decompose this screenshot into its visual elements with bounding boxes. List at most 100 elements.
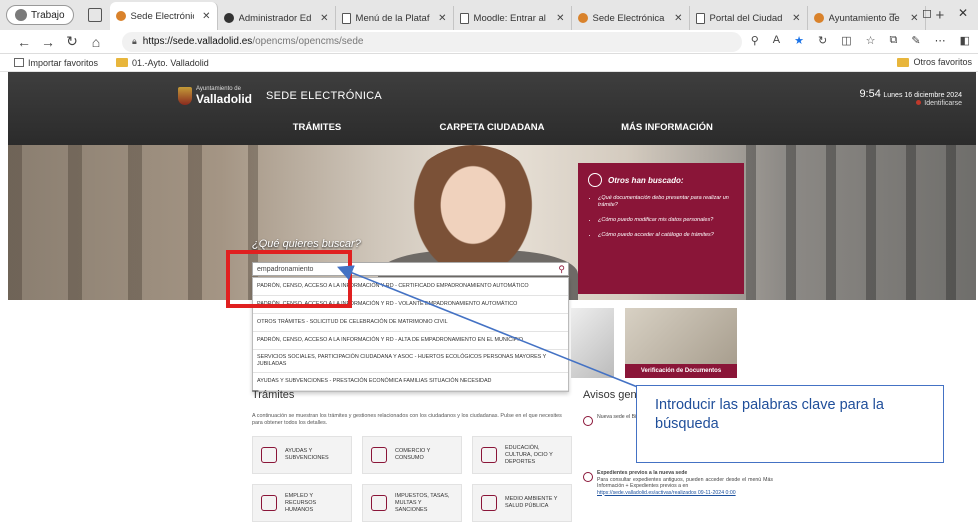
aviso-link[interactable]: https://sede.valladolid.es/activas/reali… xyxy=(597,490,736,496)
otros-item[interactable]: ¿Cómo puedo acceder al catálogo de trámi… xyxy=(598,232,734,239)
maximize-button[interactable]: ◻ xyxy=(922,6,932,20)
bookmark-label: Importar favoritos xyxy=(28,57,99,68)
nav-tramites[interactable]: TRÁMITES xyxy=(230,122,405,133)
search-question: ¿Qué quieres buscar? xyxy=(252,238,361,250)
suggestion-item[interactable]: AYUDAS Y SUBVENCIONES - PRESTACIÓN ECONÓ… xyxy=(253,373,568,391)
card-educacion[interactable]: EDUCACIÓN, CULTURA, OCIO Y DEPORTES xyxy=(472,436,572,474)
card-ayudas[interactable]: AYUDAS Y SUBVENCIONES xyxy=(252,436,352,474)
tab-favicon-icon xyxy=(459,12,469,24)
tile-verificacion[interactable]: Verificación de Documentos xyxy=(625,308,737,378)
url-path: /opencms/opencms/sede xyxy=(252,36,364,47)
annotation-callout: Introducir las palabras clave para la bú… xyxy=(636,385,944,463)
browser-tab[interactable]: Menú de la Plataf ✕ xyxy=(336,6,454,30)
search-icon[interactable]: ⚲ xyxy=(751,34,759,47)
browser-tab[interactable]: Administrador Ed ✕ xyxy=(218,6,336,30)
favorite-star-icon[interactable]: ★ xyxy=(794,34,804,47)
site-logo[interactable]: Ayuntamiento de Valladolid SEDE ELECTRÓN… xyxy=(178,86,382,105)
home-icon[interactable]: ⌂ xyxy=(84,34,108,50)
tramites-text: A continuación se muestran los trámites … xyxy=(252,413,562,426)
card-empleo[interactable]: EMPLEO Y RECURSOS HUMANOS xyxy=(252,484,352,522)
close-tab-icon[interactable]: ✕ xyxy=(438,13,446,24)
forward-button[interactable]: → xyxy=(36,34,60,50)
close-window-button[interactable]: ✕ xyxy=(958,6,968,20)
aviso-heading: Expedientes previos a la nueva sede xyxy=(597,470,688,476)
close-tab-icon[interactable]: ✕ xyxy=(320,13,328,24)
profile-button[interactable]: Trabajo xyxy=(6,5,74,25)
cart-icon xyxy=(371,447,387,463)
close-tab-icon[interactable]: ✕ xyxy=(674,13,682,24)
tab-actions-icon[interactable] xyxy=(87,8,102,22)
card-comercio[interactable]: COMERCIO Y CONSUMO xyxy=(362,436,462,474)
tramites-title: Trámites xyxy=(252,389,295,401)
tab-label: Sede Electrónica xyxy=(592,12,665,24)
tab-label: Menú de la Plataf xyxy=(355,12,430,24)
logo-city: Valladolid xyxy=(196,92,253,106)
otros-item[interactable]: ¿Qué documentación debo presentar para r… xyxy=(598,195,734,209)
aviso-item[interactable]: Expedientes previos a la nueva sede Para… xyxy=(583,470,773,496)
card-label: COMERCIO Y CONSUMO xyxy=(395,448,431,461)
card-label: AYUDAS Y SUBVENCIONES xyxy=(285,448,329,461)
suggestion-item[interactable]: PADRÓN, CENSO, ACCESO A LA INFORMACIÓN Y… xyxy=(253,332,568,350)
highlight-box xyxy=(226,250,352,308)
close-tab-icon[interactable]: ✕ xyxy=(556,13,564,24)
reload-button[interactable]: ↻ xyxy=(60,33,84,50)
browser-tab[interactable]: Portal del Ciudad ✕ xyxy=(690,6,808,30)
bookmarks-bar: Importar favoritos 01.-Ayto. Valladolid … xyxy=(0,54,978,72)
identify-link[interactable]: Identificarse xyxy=(859,100,962,107)
close-tab-icon[interactable]: ✕ xyxy=(792,13,800,24)
otros-item[interactable]: ¿Cómo puedo modificar mis datos personal… xyxy=(598,217,734,224)
tab-label: Portal del Ciudad xyxy=(709,12,783,24)
import-icon xyxy=(14,58,24,67)
browser-tab[interactable]: Moodle: Entrar al ✕ xyxy=(454,6,572,30)
clock-date: Lunes 16 diciembre 2024 xyxy=(883,92,962,99)
other-favorites[interactable]: Otros favoritos xyxy=(897,57,972,67)
people-icon xyxy=(261,495,277,511)
sidebar-icon[interactable]: ◧ xyxy=(960,34,970,47)
back-button[interactable]: ← xyxy=(12,34,36,50)
extensions-icon[interactable]: ✎ xyxy=(911,34,920,47)
browser-tab[interactable]: Sede Electrónica ✕ xyxy=(109,2,218,30)
avatar xyxy=(15,9,27,21)
site-name: SEDE ELECTRÓNICA xyxy=(266,89,383,102)
avisos-title: Avisos gene xyxy=(583,389,643,401)
hand-icon xyxy=(261,447,277,463)
tab-label: Sede Electrónica xyxy=(130,10,195,22)
url-input[interactable]: 🔒︎ https://sede.valladolid.es /opencms/o… xyxy=(122,31,742,52)
folder-icon xyxy=(116,58,129,67)
card-impuestos[interactable]: IMPUESTOS, TASAS, MULTAS Y SANCIONES xyxy=(362,484,462,522)
nav-carpeta-ciudadana[interactable]: CARPETA CIUDADANA xyxy=(405,122,580,133)
refresh-icon[interactable]: ↻ xyxy=(818,34,827,47)
building-right xyxy=(746,145,976,300)
suggestion-item[interactable]: OTROS TRÁMITES - SOLICITUD DE CELEBRACIÓ… xyxy=(253,314,568,332)
close-tab-icon[interactable]: ✕ xyxy=(202,11,210,22)
split-screen-icon[interactable]: ◫ xyxy=(841,34,851,47)
crest-icon xyxy=(178,86,192,105)
leaf-icon xyxy=(481,495,497,511)
other-favorites-label: Otros favoritos xyxy=(913,57,972,67)
browser-tab[interactable]: Sede Electrónica ✕ xyxy=(572,6,690,30)
bookmark-import[interactable]: Importar favoritos xyxy=(14,58,98,68)
more-menu-icon[interactable]: ⋯ xyxy=(935,34,946,47)
minimize-button[interactable]: – xyxy=(889,6,896,20)
address-bar-row: ← → ↻ ⌂ 🔒︎ https://sede.valladolid.es /o… xyxy=(0,30,978,54)
read-aloud-icon[interactable]: A xyxy=(773,34,780,47)
suggestion-item[interactable]: SERVICIOS SOCIALES, PARTICIPACIÓN CIUDAD… xyxy=(253,350,568,373)
aviso-body: Para consultar expedientes antiguos, pue… xyxy=(597,476,773,490)
money-icon xyxy=(371,495,387,511)
collections-icon[interactable]: ⧉ xyxy=(890,34,898,47)
search-icon[interactable]: ⚲ xyxy=(558,264,565,275)
tab-favicon-icon xyxy=(115,11,126,21)
aviso-text: Expedientes previos a la nueva sede Para… xyxy=(597,470,773,496)
bookmark-ayto[interactable]: 01.-Ayto. Valladolid xyxy=(116,58,209,68)
tab-label: Moodle: Entrar al xyxy=(473,12,546,24)
card-medio-ambiente[interactable]: MEDIO AMBIENTE Y SALUD PÚBLICA xyxy=(472,484,572,522)
aviso-icon xyxy=(583,472,593,482)
favorites-icon[interactable]: ☆ xyxy=(866,34,876,47)
nav-mas-informacion[interactable]: MÁS INFORMACIÓN xyxy=(580,122,755,133)
education-icon xyxy=(481,447,497,463)
site-header: Ayuntamiento de Valladolid SEDE ELECTRÓN… xyxy=(8,72,976,145)
tab-favicon-icon xyxy=(813,13,824,23)
tile-image-1[interactable] xyxy=(571,308,614,378)
card-label: MEDIO AMBIENTE Y SALUD PÚBLICA xyxy=(505,496,558,509)
lock-icon: 🔒︎ xyxy=(132,36,137,46)
